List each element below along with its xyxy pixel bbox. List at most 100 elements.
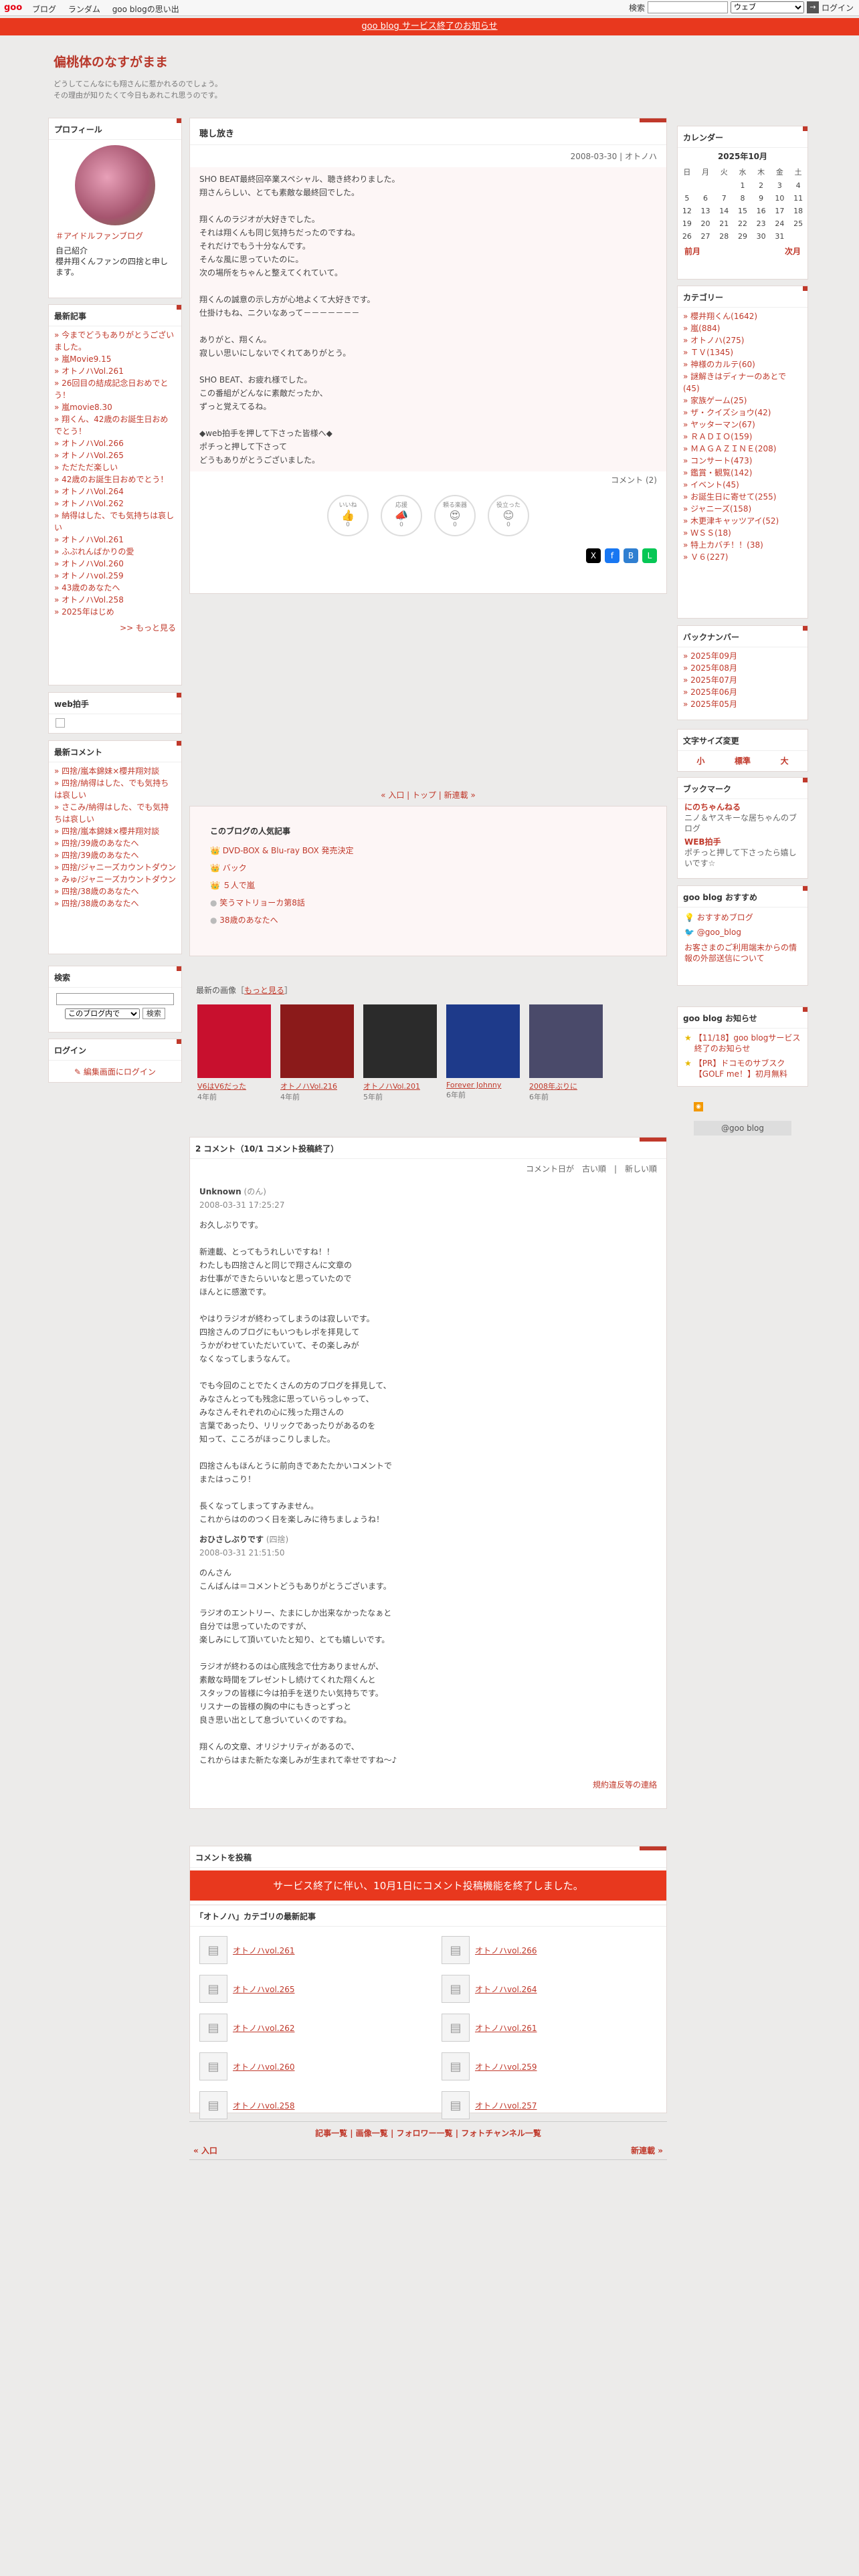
calendar-prev[interactable]: 前月 [684, 245, 700, 257]
notice-2-link[interactable]: 【PR】ドコモのサブスク【GOLF me！】初月無料 [694, 1058, 801, 1079]
recent-post-item[interactable]: 嵐movie8.30 [54, 401, 176, 413]
goo-blog-twitter-link[interactable]: @goo_blog [697, 928, 741, 937]
category-latest-item[interactable]: ▤ オトノハvol.257 [442, 2091, 657, 2119]
category-item[interactable]: ジャニーズ(158) [683, 503, 802, 515]
recent-post-item[interactable]: 2025年はじめ [54, 606, 176, 618]
category-latest-item[interactable]: ▤ オトノハvol.258 [199, 2091, 415, 2119]
category-latest-item[interactable]: ▤ オトノハvol.261 [442, 2014, 657, 2042]
recent-post-item[interactable]: オトノハVol.264 [54, 486, 176, 498]
thumb-label[interactable]: オトノハVol.216 [280, 1081, 354, 1091]
calendar-day[interactable]: 2 [752, 179, 771, 192]
calendar-day[interactable]: 18 [789, 205, 807, 217]
calendar-day[interactable]: 23 [752, 217, 771, 230]
category-item[interactable]: ザ・クイズショウ(42) [683, 407, 802, 419]
calendar-day[interactable]: 13 [696, 205, 715, 217]
reaction-helpful[interactable]: 役立った 😊 0 [488, 495, 529, 536]
recent-post-item[interactable]: オトノハVol.265 [54, 449, 176, 461]
recent-comment-item[interactable]: 四捨/38歳のあなたへ [54, 885, 176, 897]
category-latest-item[interactable]: ▤ オトノハvol.262 [199, 2014, 415, 2042]
comments-sort[interactable]: コメント日が 古い順 | 新しい順 [190, 1159, 666, 1178]
search-scope-select[interactable]: ウェブ [730, 1, 804, 13]
reaction-like[interactable]: いいね 👍 0 [327, 495, 369, 536]
recent-post-item[interactable]: オトノハVol.266 [54, 437, 176, 449]
bookmark-1-link[interactable]: にのちゃんねる [684, 802, 801, 813]
login-link[interactable]: ログイン [822, 2, 854, 13]
thumb-image[interactable] [363, 1004, 437, 1078]
popular-item-link[interactable]: 38歳のあなたへ [219, 916, 278, 925]
blog-search-input[interactable] [56, 993, 174, 1005]
category-latest-item[interactable]: ▤ オトノハvol.266 [442, 1936, 657, 1964]
thumb-label[interactable]: 2008年ぶりに [529, 1081, 603, 1091]
popular-item-link[interactable]: ５人で嵐 [223, 881, 255, 890]
search-button[interactable]: → [806, 1, 819, 13]
calendar-day[interactable]: 1 [733, 179, 752, 192]
nav-blog[interactable]: ブログ [32, 5, 56, 14]
backnumber-item[interactable]: 2025年06月 [683, 686, 802, 698]
recent-comment-item[interactable]: みゅ/ジャニーズカウントダウン [54, 873, 176, 885]
category-item[interactable]: 家族ゲーム(25) [683, 395, 802, 407]
font-large[interactable]: 大 [781, 755, 789, 766]
calendar-day[interactable]: 22 [733, 217, 752, 230]
thumb-image[interactable] [446, 1004, 520, 1078]
calendar-day[interactable]: 15 [733, 205, 752, 217]
category-latest-link[interactable]: オトノハvol.266 [475, 1945, 537, 1956]
thumb-image[interactable] [197, 1004, 271, 1078]
calendar-day[interactable]: 5 [678, 192, 696, 205]
web-clap-image[interactable] [56, 718, 65, 728]
category-item[interactable]: 謎解きはディナーのあとで(45) [683, 370, 802, 395]
thumb-label[interactable]: Forever Johnny [446, 1081, 520, 1089]
category-latest-link[interactable]: オトノハvol.259 [475, 2061, 537, 2072]
calendar-day[interactable]: 28 [714, 230, 733, 243]
calendar-next[interactable]: 次月 [785, 245, 801, 257]
recent-comment-item[interactable]: 四捨/納得はした、でも気持ちは哀しい [54, 777, 176, 801]
recent-comment-item[interactable]: 四捨/ジャニーズカウントダウン [54, 861, 176, 873]
blog-search-scope[interactable]: このブログ内で [65, 1008, 140, 1019]
footer-links[interactable]: 記事一覧 | 画像一覧 | フォロワー一覧 | フォトチャンネル一覧 [189, 2122, 667, 2139]
image-thumb[interactable]: 2008年ぶりに 6年前 [529, 1004, 603, 1102]
recent-post-item[interactable]: 嵐Movie9.15 [54, 353, 176, 365]
calendar-day[interactable]: 20 [696, 217, 715, 230]
backnumber-item[interactable]: 2025年08月 [683, 662, 802, 674]
font-small[interactable]: 小 [696, 755, 704, 766]
popular-item-link[interactable]: DVD-BOX & Blu-ray BOX 発売決定 [223, 846, 354, 855]
category-item[interactable]: ＷＳＳ(18) [683, 527, 802, 539]
service-end-notice[interactable]: goo blog サービス終了のお知らせ [0, 18, 859, 35]
category-latest-link[interactable]: オトノハvol.258 [233, 2100, 295, 2111]
thumb-label[interactable]: V6はV6だった [197, 1081, 271, 1091]
recommend-blogs-link[interactable]: おすすめブログ [697, 913, 753, 922]
bookmark-2-link[interactable]: WEB拍手 [684, 837, 801, 847]
hatena-share-icon[interactable]: B [624, 548, 638, 563]
category-item[interactable]: 櫻井翔くん(1642) [683, 310, 802, 322]
recent-comment-item[interactable]: 四捨/嵐本錦妹×櫻井翔対談 [54, 765, 176, 777]
font-normal[interactable]: 標準 [735, 755, 751, 766]
calendar-day[interactable]: 29 [733, 230, 752, 243]
recent-comment-item[interactable]: 四捨/嵐本錦妹×櫻井翔対談 [54, 825, 176, 837]
calendar-day[interactable]: 31 [771, 230, 789, 243]
profile-tag[interactable]: ＃アイドルファンブログ [56, 231, 175, 241]
category-latest-link[interactable]: オトノハvol.261 [233, 1945, 295, 1956]
recent-post-item[interactable]: オトノハVol.261 [54, 534, 176, 546]
image-thumb[interactable]: オトノハVol.201 5年前 [363, 1004, 437, 1102]
category-latest-link[interactable]: オトノハvol.265 [233, 1983, 295, 1995]
category-latest-link[interactable]: オトノハvol.262 [233, 2022, 295, 2034]
recent-post-item[interactable]: オトノハVol.258 [54, 594, 176, 606]
reaction-love[interactable]: 頼る楽器 😍 0 [434, 495, 476, 536]
calendar-day[interactable]: 7 [714, 192, 733, 205]
category-latest-item[interactable]: ▤ オトノハvol.259 [442, 2052, 657, 2080]
calendar-day[interactable]: 8 [733, 192, 752, 205]
article-title[interactable]: 聴し放き [190, 118, 666, 145]
goo-logo[interactable]: goo [4, 3, 22, 13]
image-thumb[interactable]: V6はV6だった 4年前 [197, 1004, 271, 1102]
category-item[interactable]: 木更津キャッツアイ(52) [683, 515, 802, 527]
category-item[interactable]: オトノハ(275) [683, 334, 802, 346]
recent-comment-item[interactable]: さこみ/納得はした、でも気持ちは哀しい [54, 801, 176, 825]
calendar-day[interactable]: 4 [789, 179, 807, 192]
category-latest-item[interactable]: ▤ オトノハvol.260 [199, 2052, 415, 2080]
recent-post-item[interactable]: ふぶれんばかりの愛 [54, 546, 176, 558]
category-latest-item[interactable]: ▤ オトノハvol.261 [199, 1936, 415, 1964]
blog-search-button[interactable]: 検索 [142, 1008, 165, 1019]
goo-blog-footer-logo[interactable]: @goo blog [694, 1121, 791, 1136]
image-thumb[interactable]: Forever Johnny 6年前 [446, 1004, 520, 1102]
recent-comment-item[interactable]: 四捨/38歳のあなたへ [54, 897, 176, 909]
nav-random[interactable]: ランダム [68, 5, 100, 14]
